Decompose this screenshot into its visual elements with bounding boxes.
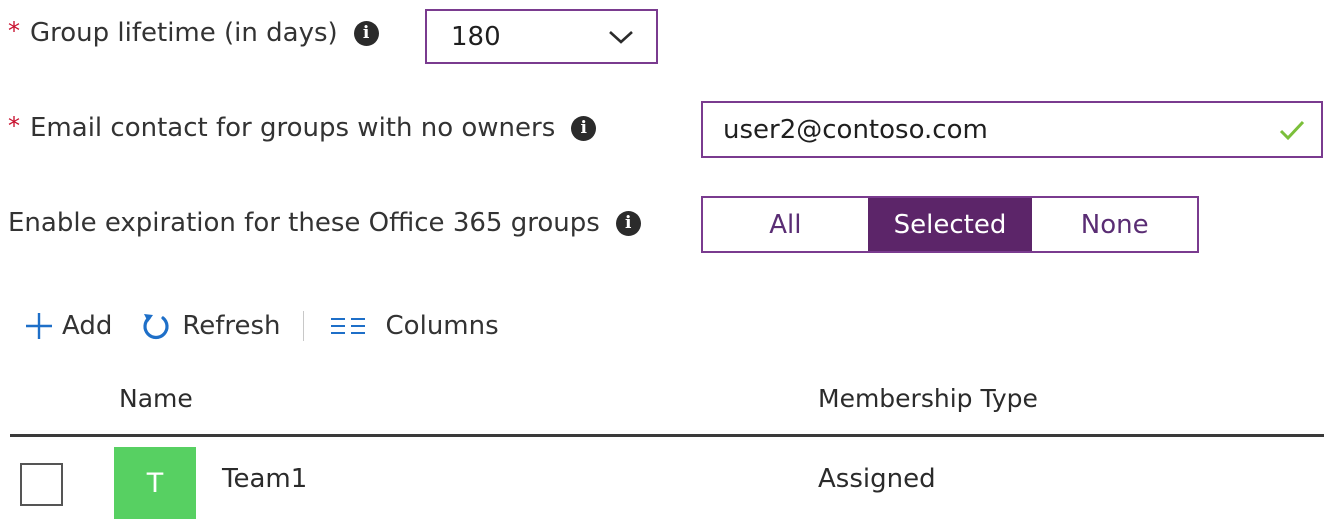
column-header-membership-type[interactable]: Membership Type [818,384,1038,413]
toolbar: Add Refresh Columns [24,304,499,348]
info-icon[interactable]: i [571,115,597,141]
option-all-button[interactable]: All [703,198,868,251]
row-checkbox[interactable] [20,463,63,506]
group-name[interactable]: Team1 [222,464,307,494]
table-header-divider [10,434,1324,437]
email-contact-field[interactable]: user2@contoso.com [701,101,1323,158]
add-button[interactable]: Add [24,311,112,341]
email-contact-label: * Email contact for groups with no owner… [8,112,597,143]
refresh-label: Refresh [182,311,281,341]
email-contact-label-text: Email contact for groups with no owners [30,113,556,143]
option-none-button[interactable]: None [1032,198,1198,251]
group-lifetime-select[interactable]: 180 [425,9,658,64]
expiration-label: Enable expiration for these Office 365 g… [8,208,641,238]
group-lifetime-label: * Group lifetime (in days) i [8,17,379,48]
refresh-button[interactable]: Refresh [140,310,281,342]
column-header-name[interactable]: Name [119,384,193,413]
columns-button[interactable]: Columns [330,311,499,341]
add-label: Add [62,311,113,341]
chevron-down-icon [609,30,633,44]
info-icon[interactable]: i [353,20,379,46]
expiration-label-text: Enable expiration for these Office 365 g… [8,208,600,238]
expiration-toggle[interactable]: All Selected None [701,196,1199,253]
email-contact-value: user2@contoso.com [723,114,988,145]
required-marker: * [8,17,20,45]
refresh-icon [143,314,169,340]
columns-icon [330,318,365,334]
option-selected-button[interactable]: Selected [867,198,1033,251]
group-lifetime-value: 180 [451,21,501,52]
info-icon[interactable]: i [615,210,641,236]
required-marker: * [8,112,20,140]
plus-icon [26,313,52,339]
checkmark-icon [1279,120,1305,140]
columns-label: Columns [385,311,499,341]
group-membership-type: Assigned [818,464,936,494]
group-lifetime-label-text: Group lifetime (in days) [30,18,338,48]
toolbar-divider [302,311,304,341]
group-avatar: T [114,447,196,519]
